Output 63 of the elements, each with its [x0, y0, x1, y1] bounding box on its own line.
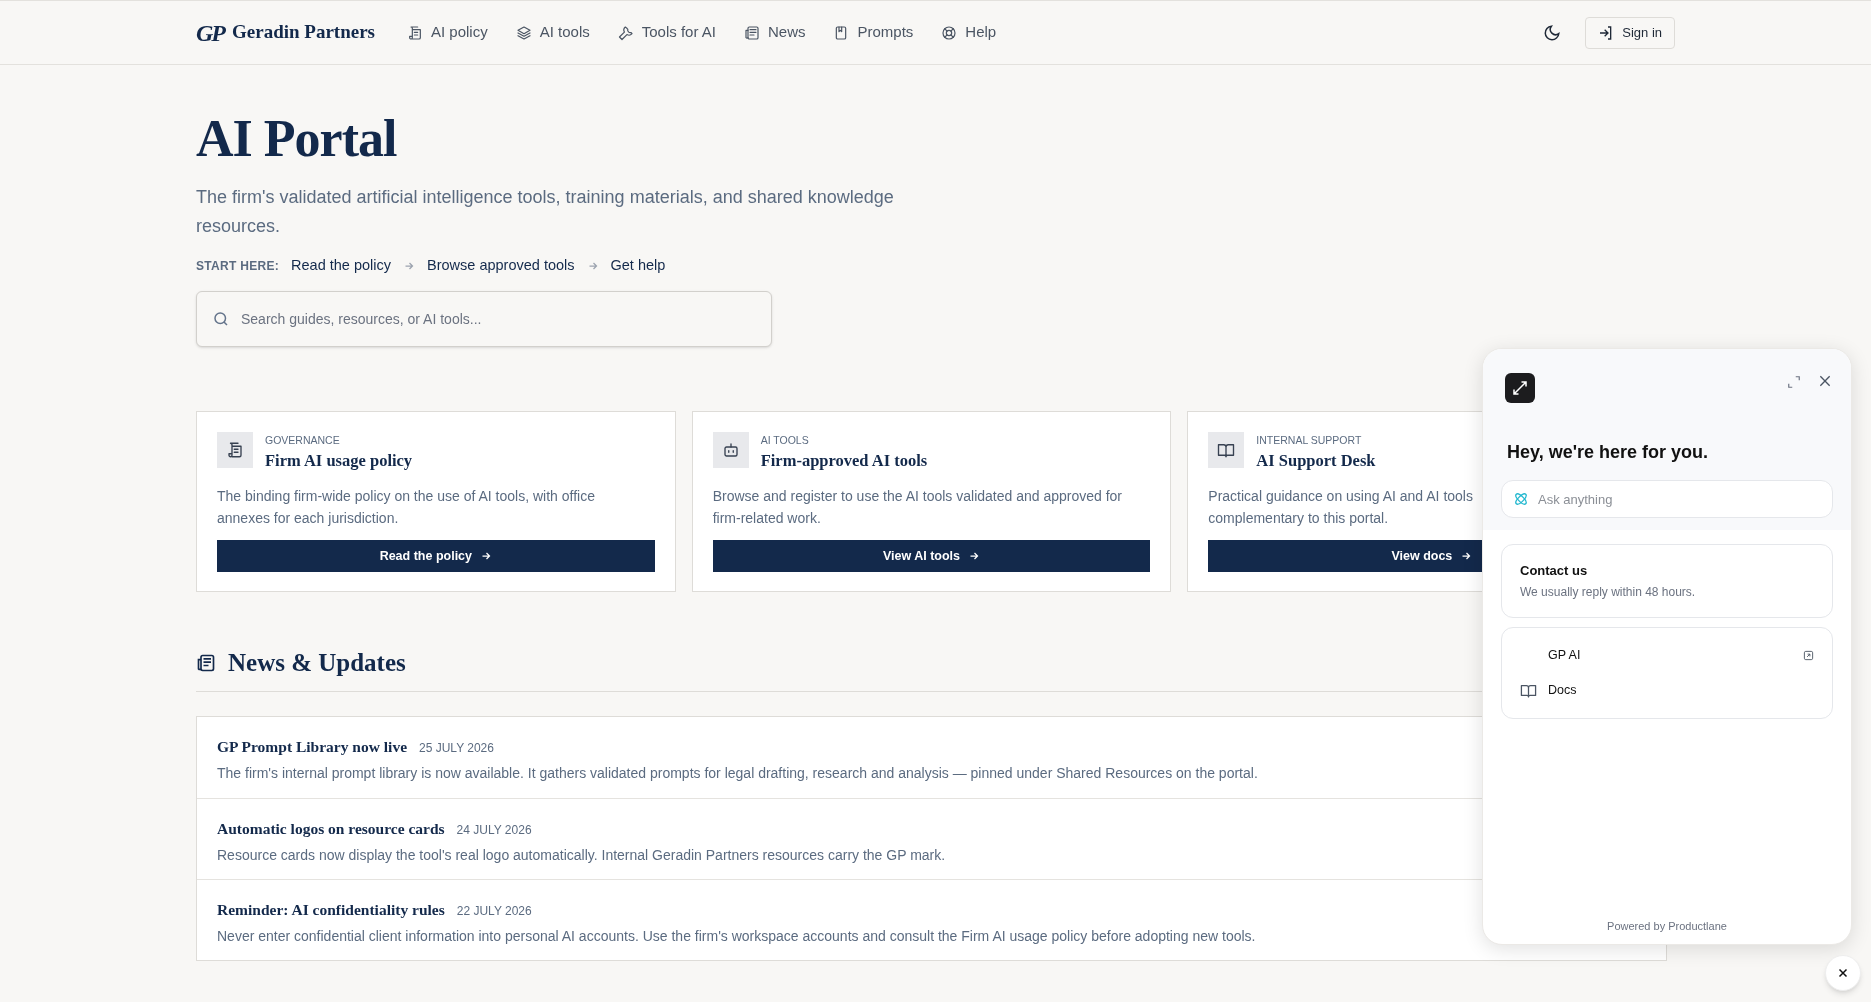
card-description: Practical guidance on using AI and AI tools complementary to this portal.: [1208, 487, 1473, 529]
nav-link[interactable]: News: [743, 21, 806, 44]
section-heading: News & Updates: [228, 647, 406, 678]
moon-icon[interactable]: [1543, 23, 1562, 42]
search-icon: [212, 309, 230, 328]
contact-subtitle: We usually reply within 48 hours.: [1520, 583, 1697, 601]
card-category: AI TOOLS: [760, 432, 810, 448]
card-title: Firm-approved AI tools: [760, 449, 928, 472]
card-button[interactable]: View AI tools: [712, 540, 1151, 573]
card-description: Browse and register to use the AI tools validated and approved for firm-related work.: [712, 487, 1123, 529]
card-category: INTERNAL SUPPORT: [1256, 432, 1363, 448]
news-title[interactable]: GP Prompt Library now live: [217, 735, 407, 759]
search-field[interactable]: Search guides, resources, or AI tools...: [196, 290, 772, 347]
close-button[interactable]: [1825, 955, 1861, 991]
scroll-icon: [407, 24, 423, 41]
layers-icon: [515, 24, 532, 41]
logo[interactable]: GP: [196, 14, 224, 51]
news-title[interactable]: Reminder: AI confidentiality rules: [217, 898, 445, 922]
card-description: The binding firm-wide policy on the use of AI tools, with office annexes for each jurisdiction.: [217, 487, 595, 529]
card-title: AI Support Desk: [1256, 449, 1376, 472]
app-logo-icon: [1505, 373, 1535, 403]
card-button[interactable]: Read the policy: [217, 540, 655, 573]
newspaper-icon: [743, 24, 760, 41]
sign-in-button[interactable]: Sign in: [1585, 16, 1675, 49]
news-body: The firm's internal prompt library is now available. It gathers validated prompts for legal drafting, research and analysis — pinned under Shared Resources on the portal.: [217, 763, 1258, 783]
atom-icon: [1513, 491, 1529, 507]
widget-link[interactable]: GP AI: [1548, 645, 1581, 665]
nav-link[interactable]: Prompts: [833, 21, 914, 44]
contact-title: Contact us: [1520, 562, 1589, 580]
page-subtitle: The firm's validated artificial intelligence tools, training materials, and shared knowledge resources.: [196, 186, 895, 238]
news-title[interactable]: Automatic logos on resource cards: [217, 817, 445, 841]
close-icon: [1837, 967, 1849, 979]
news-date: 22 JULY 2026: [456, 903, 532, 921]
start-here-label: START HERE:: [196, 257, 280, 275]
external-link-icon[interactable]: [1803, 649, 1814, 661]
robot-icon: [721, 440, 740, 459]
ask-field[interactable]: Ask anything: [1501, 480, 1833, 518]
wrench-icon: [617, 24, 634, 41]
nav-link[interactable]: AI policy: [407, 21, 488, 44]
card-title: Firm AI usage policy: [265, 449, 413, 472]
chat-greeting: Hey, we're here for you.: [1507, 441, 1709, 464]
powered-by-text: Powered by Productlane: [1606, 918, 1728, 934]
step-link[interactable]: Get help: [610, 255, 666, 277]
brand-name[interactable]: Geradin Partners: [232, 18, 375, 47]
news-body: Never enter confidential client information into personal AI accounts. Use the firm's workspace accounts and consult the Firm AI usage policy before adopting new tools.: [217, 926, 1256, 946]
news-date: 25 JULY 2026: [419, 740, 494, 758]
expand-icon[interactable]: [1787, 375, 1801, 389]
scroll-icon: [226, 440, 244, 459]
lifebuoy-icon: [941, 24, 958, 41]
newspaper-icon: [196, 652, 216, 673]
news-date: 24 JULY 2026: [456, 822, 532, 840]
nav-link[interactable]: Tools for AI: [617, 21, 716, 44]
card-category: GOVERNANCE: [265, 432, 341, 448]
news-body: Resource cards now display the tool's real logo automatically. Internal Geradin Partners resources carry the GP mark.: [217, 845, 946, 865]
card-button[interactable]: View docs: [1208, 540, 1483, 573]
close-icon[interactable]: [1817, 373, 1833, 389]
widget-link[interactable]: Docs: [1548, 680, 1577, 700]
step-link[interactable]: Browse approved tools: [427, 255, 575, 277]
nav-link[interactable]: AI tools: [515, 21, 590, 44]
nav-link[interactable]: Help: [941, 21, 997, 44]
page-title: AI Portal: [196, 113, 398, 165]
step-link[interactable]: Read the policy: [291, 255, 392, 277]
contact-card[interactable]: Contact us We usually reply within 48 hours.: [1501, 544, 1833, 618]
